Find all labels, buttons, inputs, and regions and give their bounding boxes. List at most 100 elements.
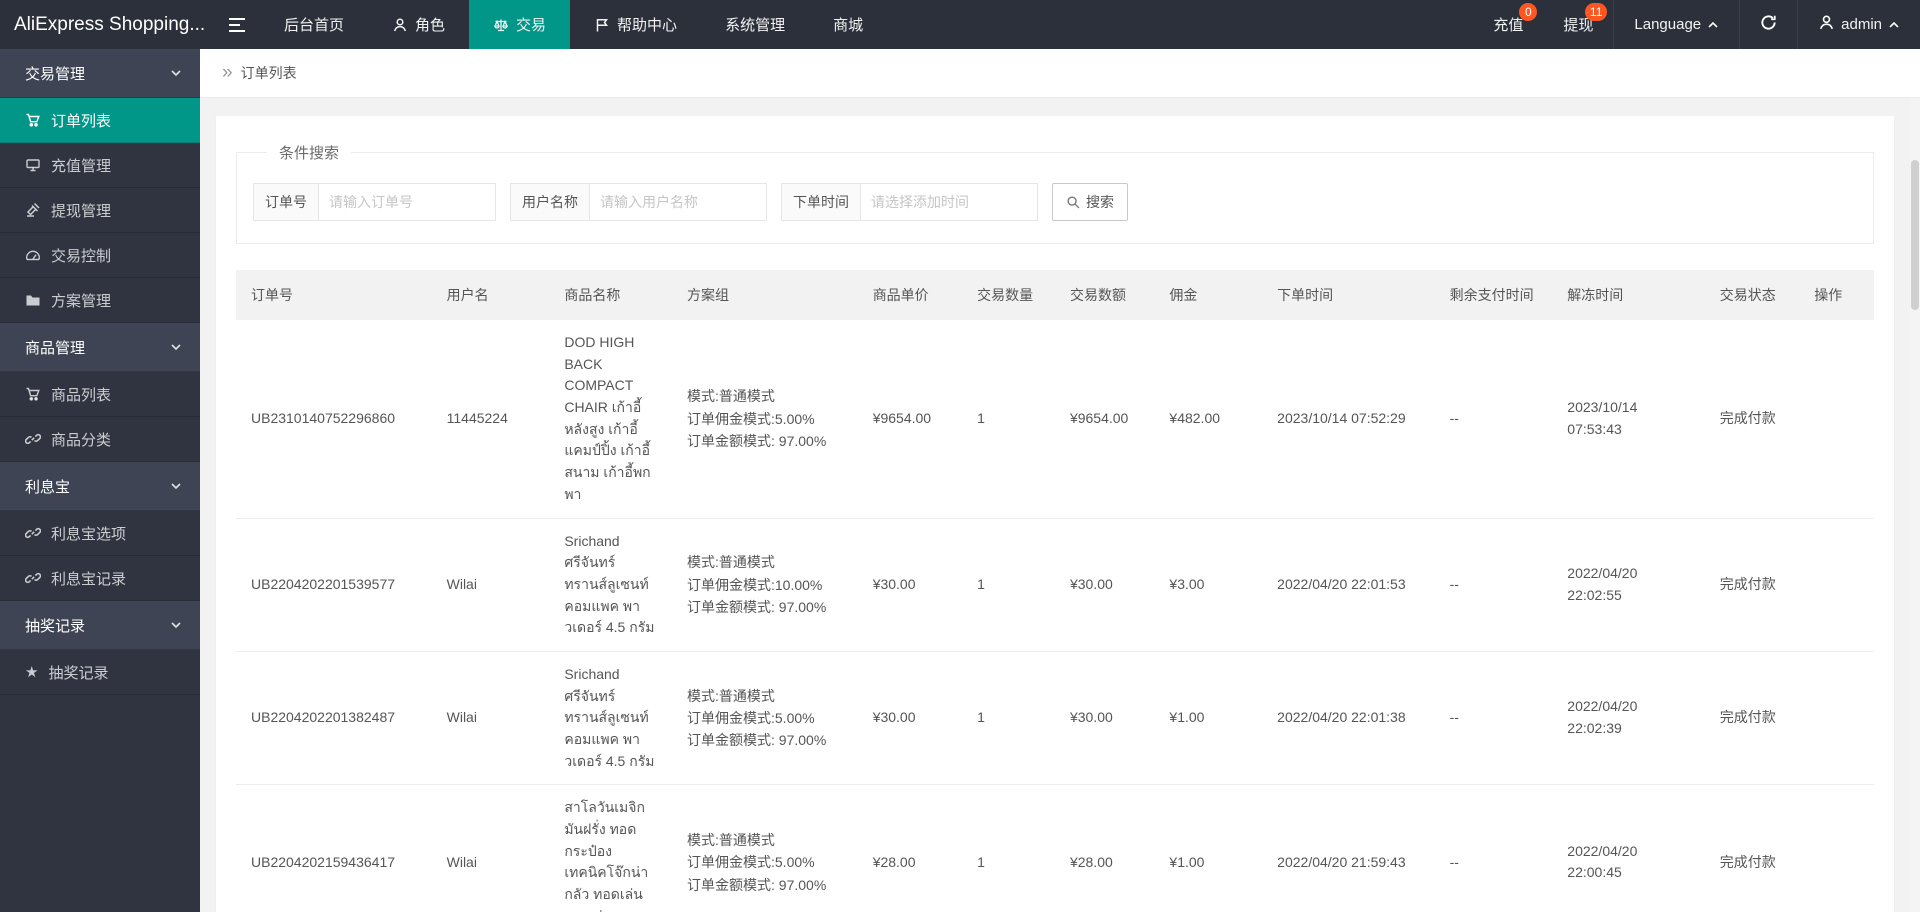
cell-username: 11445224 <box>431 320 550 519</box>
username-input[interactable] <box>589 183 767 221</box>
column-header-12: 交易状态 <box>1704 270 1800 320</box>
vertical-scrollbar[interactable] <box>1910 98 1920 912</box>
sidebar-item-订单列表[interactable]: 订单列表 <box>0 98 200 143</box>
cell-amount: ¥9654.00 <box>1054 320 1155 519</box>
plan-line: 订单金额模式: 97.00% <box>687 876 827 893</box>
main-area: » 订单列表 条件搜索 订单号 用户名称 下单时间 <box>200 49 1920 912</box>
chevron-up-icon <box>1707 19 1719 31</box>
cell-action <box>1799 784 1874 912</box>
sidebar-item-label: 交易控制 <box>51 247 112 265</box>
plan-line: 订单金额模式: 97.00% <box>687 432 827 449</box>
nav-item-5[interactable]: 系统管理 <box>701 0 809 49</box>
sidebar-item-抽奖记录[interactable]: ★ 抽奖记录 <box>0 650 200 695</box>
column-header-9: 下单时间 <box>1262 270 1435 320</box>
nav-item-2[interactable]: 角色 <box>368 0 469 49</box>
cell-username: Wilai <box>431 518 550 652</box>
cell-order-time: 2023/10/14 07:52:29 <box>1262 320 1435 519</box>
search-panel-legend: 条件搜索 <box>279 145 340 162</box>
cell-remaining: -- <box>1434 784 1553 912</box>
sidebar-item-提现管理[interactable]: 提现管理 <box>0 188 200 233</box>
sidebar-item-商品分类[interactable]: 商品分类 <box>0 417 200 462</box>
column-header-6: 交易数量 <box>962 270 1055 320</box>
plan-line: 订单佣金模式:5.00% <box>687 709 815 726</box>
sidebar-item-交易控制[interactable]: 交易控制 <box>0 233 200 278</box>
sidebar-group-2[interactable]: 商品管理 <box>0 323 200 372</box>
cell-product: DOD HIGH BACK COMPACT CHAIR เก้าอี้หลังส… <box>549 320 672 519</box>
refresh-button[interactable] <box>1739 0 1797 49</box>
column-header-5: 商品单价 <box>857 270 963 320</box>
scrollbar-thumb[interactable] <box>1911 160 1919 310</box>
plan-line: 订单佣金模式:5.00% <box>687 410 815 427</box>
nav-item-1[interactable]: 后台首页 <box>260 0 368 49</box>
admin-label: admin <box>1841 16 1882 33</box>
table-row: UB2204202159436417 Wilai สาโลวันเมจิกมันฝร… <box>236 784 1874 912</box>
cell-unfreeze-time: 2022/04/20 22:00:45 <box>1552 784 1705 912</box>
nav-item-6[interactable]: 商城 <box>809 0 887 49</box>
sidebar-item-label: 提现管理 <box>51 202 112 220</box>
cell-order-no: UB2204202159436417 <box>236 784 432 912</box>
cell-order-no: UB2204202201382487 <box>236 651 432 786</box>
cell-plan: 模式:普通模式 订单佣金模式:10.00% 订单金额模式: 97.00% <box>672 518 858 652</box>
star-icon: ★ <box>25 663 39 681</box>
search-icon <box>1067 195 1080 208</box>
search-panel: 条件搜索 订单号 用户名称 下单时间 <box>236 142 1874 244</box>
cell-plan: 模式:普通模式 订单佣金模式:5.00% 订单金额模式: 97.00% <box>672 784 858 912</box>
orders-card: 条件搜索 订单号 用户名称 下单时间 <box>216 116 1894 912</box>
sidebar-group-1[interactable]: 交易管理 <box>0 49 200 98</box>
recharge-button[interactable]: 充值 0 <box>1473 0 1543 49</box>
plan-line: 模式:普通模式 <box>687 388 775 405</box>
folder-icon <box>25 292 41 308</box>
username-field-group: 用户名称 <box>510 183 767 221</box>
breadcrumb-arrows-icon: » <box>222 62 233 83</box>
order-time-field-label: 下单时间 <box>781 183 861 221</box>
sidebar-item-label: 利息宝选项 <box>51 525 127 543</box>
search-button[interactable]: 搜索 <box>1052 183 1128 221</box>
cell-status: 完成付款 <box>1704 320 1800 519</box>
sidebar-group-3[interactable]: 利息宝 <box>0 462 200 511</box>
content: 条件搜索 订单号 用户名称 下单时间 <box>216 116 1894 912</box>
column-header-8: 佣金 <box>1154 270 1263 320</box>
cell-amount: ¥30.00 <box>1054 518 1155 652</box>
cell-qty: 1 <box>962 651 1055 786</box>
cell-order-time: 2022/04/20 22:01:38 <box>1262 651 1435 786</box>
order-no-field-label: 订单号 <box>253 183 319 221</box>
order-no-input[interactable] <box>318 183 496 221</box>
order-no-field-group: 订单号 <box>253 183 496 221</box>
orders-tbody: UB2310140752296860 11445224 DOD HIGH BACK … <box>236 320 1874 912</box>
cell-qty: 1 <box>962 518 1055 652</box>
sidebar-item-利息宝选项[interactable]: 利息宝选项 <box>0 511 200 556</box>
sidebar-item-label: 商品分类 <box>51 431 112 449</box>
link-icon <box>25 525 41 541</box>
cell-plan: 模式:普通模式订单佣金模式:5.00% 订单金额模式: 97.00% <box>672 320 858 519</box>
cell-product: สาโลวันเมจิกมันฝรั่ง ทอดกระป๋อง เทคนิคโจ… <box>549 784 672 912</box>
sidebar-group-4[interactable]: 抽奖记录 <box>0 601 200 650</box>
nav-item-label: 系统管理 <box>725 17 786 34</box>
gauge-icon <box>25 247 41 263</box>
column-header-4: 方案组 <box>672 270 858 320</box>
cell-unit-price: ¥28.00 <box>857 784 963 912</box>
sidebar-item-label: 抽奖记录 <box>48 664 109 682</box>
sidebar-item-充值管理[interactable]: 充值管理 <box>0 143 200 188</box>
link-icon <box>25 431 41 447</box>
menu-toggle-icon[interactable] <box>214 0 260 49</box>
column-header-10: 剩余支付时间 <box>1434 270 1553 320</box>
admin-menu[interactable]: admin <box>1797 0 1920 49</box>
sidebar-item-label: 方案管理 <box>51 292 112 310</box>
order-time-input[interactable] <box>860 183 1038 221</box>
recharge-label: 充值 <box>1493 17 1524 34</box>
withdraw-button[interactable]: 提现 11 <box>1543 0 1613 49</box>
nav-item-label: 后台首页 <box>284 17 345 34</box>
top-header: AliExpress Shopping... 后台首页 角色 交易 帮助中心 系统管理 商… <box>0 0 1920 49</box>
nav-item-3[interactable]: 交易 <box>469 0 571 49</box>
cell-product: Srichand ศรีจันทร์ ทรานส์ลูเซนท์ คอมแพค … <box>549 651 672 786</box>
chevron-down-icon <box>170 619 182 631</box>
link-icon <box>25 570 41 586</box>
language-menu[interactable]: Language <box>1613 0 1739 49</box>
column-header-3: 商品名称 <box>549 270 672 320</box>
sidebar-item-利息宝记录[interactable]: 利息宝记录 <box>0 556 200 601</box>
nav-item-4[interactable]: 帮助中心 <box>570 0 701 49</box>
sidebar-item-商品列表[interactable]: 商品列表 <box>0 372 200 417</box>
table-row: UB2310140752296860 11445224 DOD HIGH BACK … <box>236 320 1874 519</box>
sidebar-item-方案管理[interactable]: 方案管理 <box>0 278 200 323</box>
cell-status: 完成付款 <box>1704 651 1800 786</box>
